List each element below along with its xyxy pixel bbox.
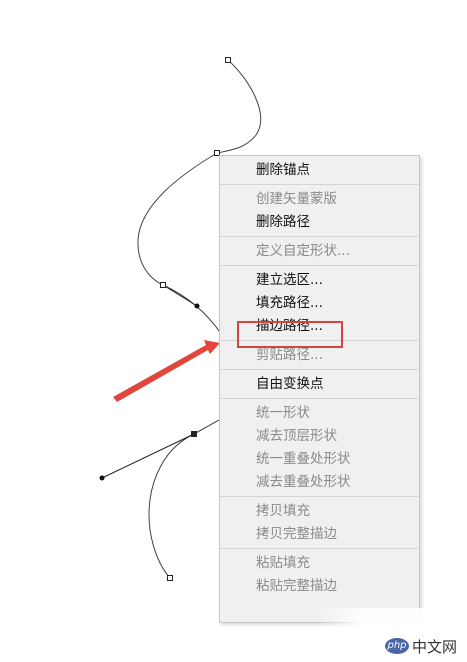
handle-line-lower-right [193,419,220,435]
menu-group: 统一形状减去顶层形状 统一重叠处形状 减去重叠处形状 [220,399,419,497]
menu-item: 创建矢量蒙版 [256,191,337,207]
menu-item: 减去重叠处形状 [256,474,351,490]
menu-item[interactable]: 填充路径... [220,292,419,315]
menu-item: 粘贴填充 [256,555,310,571]
red-arrow-icon [113,340,220,402]
menu-group: 建立选区... 填充路径... 描边路径... [220,266,419,341]
menu-group: 粘贴填充粘贴完整描边 [220,549,419,600]
path-curve-mid [137,152,218,286]
menu-item: 统一形状 [256,405,310,421]
anchor-point[interactable] [160,282,166,288]
menu-item: 粘贴完整描边 [256,578,337,594]
watermark-text: 中文网 [412,638,458,656]
php-logo-icon: php [385,638,409,654]
menu-item[interactable]: 删除路径 [220,211,419,234]
menu-item: 拷贝完整描边 [256,526,337,542]
handle-line-lower [101,433,195,479]
handle-point[interactable] [194,303,200,309]
menu-item[interactable]: 建立选区... [220,269,419,292]
path-curve-top [216,59,262,154]
menu-group: 创建矢量蒙版删除路径 [220,185,419,237]
path-curve-bottom [148,433,195,579]
menu-item[interactable]: 删除锚点 [220,159,419,182]
menu-group: 定义自定形状... [220,237,419,266]
anchor-point[interactable] [167,575,173,581]
menu-group: 剪贴路径... [220,341,419,370]
menu-group: 自由变换点 [220,370,419,399]
menu-item: 减去顶层形状 [256,428,337,444]
menu-item: 剪贴路径... [256,347,323,363]
menu-item: 拷贝填充 [256,503,310,519]
menu-item[interactable]: 自由变换点 [220,373,419,396]
menu-item: 统一重叠处形状 [256,451,351,467]
handle-line-upper [162,284,198,307]
anchor-point[interactable] [225,57,231,63]
anchor-point-selected[interactable] [191,431,197,437]
context-menu: 删除锚点创建矢量蒙版删除路径定义自定形状... 建立选区... 填充路径... 描边路… [219,155,420,623]
menu-item: 定义自定形状... [256,243,350,259]
menu-group: 拷贝填充拷贝完整描边 [220,497,419,549]
menu-item[interactable]: 描边路径... [220,315,419,338]
handle-point[interactable] [99,475,105,481]
path-curve-lower [162,284,223,336]
menu-group: 删除锚点 [220,156,419,185]
